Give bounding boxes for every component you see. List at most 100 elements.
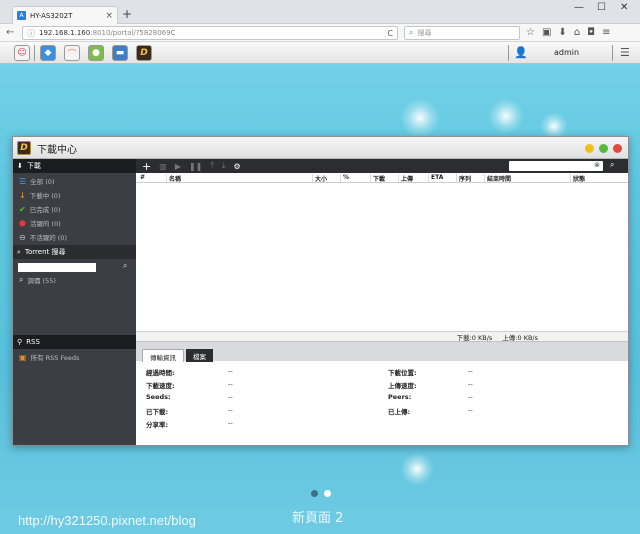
rss-all-feeds-item[interactable]: ▣ 所有 RSS Feeds <box>19 352 80 363</box>
clipboard-icon[interactable]: ▣ <box>542 27 551 38</box>
sidebar-item-completed[interactable]: ✔ 已完成 (0) <box>19 204 61 215</box>
search-placeholder: 搜尋 <box>417 29 432 37</box>
browser-search-box[interactable]: ⌕ 搜尋 <box>404 26 520 40</box>
tab-close-icon[interactable]: × <box>105 11 113 21</box>
bookmark-star-icon[interactable]: ☆ <box>526 27 535 38</box>
nas-favicon-icon: A <box>17 11 26 20</box>
column-header[interactable]: 上傳 <box>398 174 413 183</box>
watermark-text: http://hy321250.pixnet.net/blog <box>18 513 196 528</box>
detail-value: -- <box>228 367 233 375</box>
download-center-window: D 下載中心 ⬇ 下載 ☰ 全部 (0) ↓ 下載中 (0) ✔ 已完成 (0)… <box>12 136 629 446</box>
column-header[interactable]: 下載 <box>370 174 385 183</box>
close-window-button[interactable]: ✕ <box>620 2 628 13</box>
nas-top-bar: ☺ ◆ ⌒ ● ▬ D 👤 admin ☰ <box>0 42 640 64</box>
column-header[interactable]: 大小 <box>312 174 327 183</box>
rss-header-label: RSS <box>26 338 40 346</box>
detail-label: 已下載: <box>146 408 169 416</box>
detail-label: 下載速度: <box>146 382 175 390</box>
add-icon[interactable]: + <box>142 160 151 173</box>
detail-label: Seeds: <box>146 393 171 401</box>
column-header[interactable]: 序列 <box>456 174 471 183</box>
window-maximize-button[interactable] <box>599 144 608 153</box>
nas-menu-icon[interactable]: ☰ <box>620 46 630 59</box>
info-icon: ⓘ <box>27 28 35 38</box>
download-section-header[interactable]: ⬇ 下載 <box>13 159 136 173</box>
column-header[interactable]: 狀態 <box>570 174 585 183</box>
sidebar-item-downloading[interactable]: ↓ 下載中 (0) <box>19 190 60 201</box>
filter-input[interactable]: ⊗ <box>509 161 603 171</box>
search-icon[interactable]: ⌕ <box>610 160 614 170</box>
divider <box>34 45 35 61</box>
page-dot-2-active[interactable] <box>324 490 331 497</box>
download-header-label: 下載 <box>26 162 41 170</box>
search-icon: ⌕ <box>17 247 21 256</box>
rss-item-label: 所有 RSS Feeds <box>30 354 80 362</box>
rss-icon: ⚲ <box>17 338 23 346</box>
pocket-icon[interactable]: ◘ <box>587 27 595 38</box>
rss-feed-icon: ▣ <box>19 352 27 362</box>
browser-tab[interactable]: A HY-AS3202T × <box>12 6 118 24</box>
active-icon: ⬢ <box>19 218 26 228</box>
page-name[interactable]: 新頁面 2 <box>292 507 343 526</box>
main-panel: + ▥ ▶ ❚❚ ⤒ ⤓ ⚙ ⊗ ⌕ # 名稱 大小 % 下載 上傳 ETA 序… <box>136 159 628 445</box>
background-glow <box>400 452 434 486</box>
settings-gear-icon[interactable]: ⚙ <box>233 162 240 171</box>
detail-value: -- <box>468 367 473 375</box>
column-header[interactable]: 結束時間 <box>484 174 511 183</box>
download-speed: 下載:0 KB/s <box>456 334 493 342</box>
move-top-icon[interactable]: ⤒ <box>210 161 214 171</box>
column-header[interactable]: 名稱 <box>166 174 181 183</box>
column-header[interactable]: % <box>340 174 349 182</box>
new-tab-button[interactable]: + <box>122 7 132 21</box>
check-icon: ✔ <box>19 204 26 214</box>
reload-icon[interactable]: C <box>387 29 393 38</box>
search-icon: ⌕ <box>19 275 24 284</box>
sidebar-item-all[interactable]: ☰ 全部 (0) <box>19 176 54 187</box>
search-result-item[interactable]: ⌕ 調價 (55) <box>19 275 56 285</box>
column-header[interactable]: ETA <box>428 174 443 182</box>
rss-header[interactable]: ⚲ RSS <box>13 335 136 349</box>
browser-menu-icon[interactable]: ≡ <box>602 27 610 38</box>
window-minimize-button[interactable] <box>585 144 594 153</box>
minimize-button[interactable]: — <box>574 2 584 13</box>
browser-tab-bar: A HY-AS3202T × + — ☐ ✕ <box>0 0 640 24</box>
search-icon[interactable]: ⌕ <box>123 261 127 271</box>
detail-value: -- <box>228 380 233 388</box>
detail-value: -- <box>228 406 233 414</box>
user-icon[interactable]: 👤 <box>514 46 528 59</box>
download-center-logo-icon: D <box>17 141 31 155</box>
tab-transfer-info[interactable]: 傳輸資訊 <box>142 349 184 362</box>
back-icon[interactable]: ← <box>6 27 14 38</box>
sidebar-item-label: 已完成 (0) <box>29 206 61 214</box>
app-icon-3[interactable]: ⌒ <box>64 45 80 61</box>
sidebar-item-inactive[interactable]: ⊖ 不活躍的 (0) <box>19 232 67 243</box>
detail-value: -- <box>228 419 233 427</box>
window-title-bar[interactable]: D 下載中心 <box>13 137 628 159</box>
tab-files[interactable]: 檔案 <box>186 349 213 362</box>
maximize-button[interactable]: ☐ <box>597 2 606 13</box>
page-dot-1[interactable] <box>311 490 318 497</box>
app-icon-5[interactable]: ▬ <box>112 45 128 61</box>
address-bar[interactable]: ⓘ 192.168.1.160:8010/portal/?5828069C C <box>22 26 398 40</box>
pause-icon[interactable]: ❚❚ <box>189 162 202 171</box>
inactive-icon: ⊖ <box>19 232 26 242</box>
torrent-search-header[interactable]: ⌕ Torrent 搜尋 <box>13 245 136 259</box>
app-icon-4[interactable]: ● <box>88 45 104 61</box>
move-bottom-icon[interactable]: ⤓ <box>222 161 226 171</box>
home-icon[interactable]: ⌂ <box>574 27 580 38</box>
download-icon[interactable]: ⬇ <box>558 27 566 38</box>
torrent-search-input[interactable] <box>18 263 96 272</box>
window-close-button[interactable] <box>613 144 622 153</box>
torrent-header-label: Torrent 搜尋 <box>24 248 66 256</box>
download-center-app-icon[interactable]: D <box>136 45 152 61</box>
detail-value: -- <box>228 393 233 401</box>
app-icon-1[interactable]: ☺ <box>14 45 30 61</box>
play-icon[interactable]: ▶ <box>175 162 181 171</box>
app-icon-2[interactable]: ◆ <box>40 45 56 61</box>
clear-filter-icon[interactable]: ⊗ <box>594 161 600 169</box>
sidebar-item-active[interactable]: ⬢ 活躍的 (0) <box>19 218 61 229</box>
column-header[interactable]: # <box>138 174 145 182</box>
upload-speed: 上傳:0 KB/s <box>502 334 538 342</box>
delete-icon[interactable]: ▥ <box>159 162 167 171</box>
username[interactable]: admin <box>554 48 579 57</box>
